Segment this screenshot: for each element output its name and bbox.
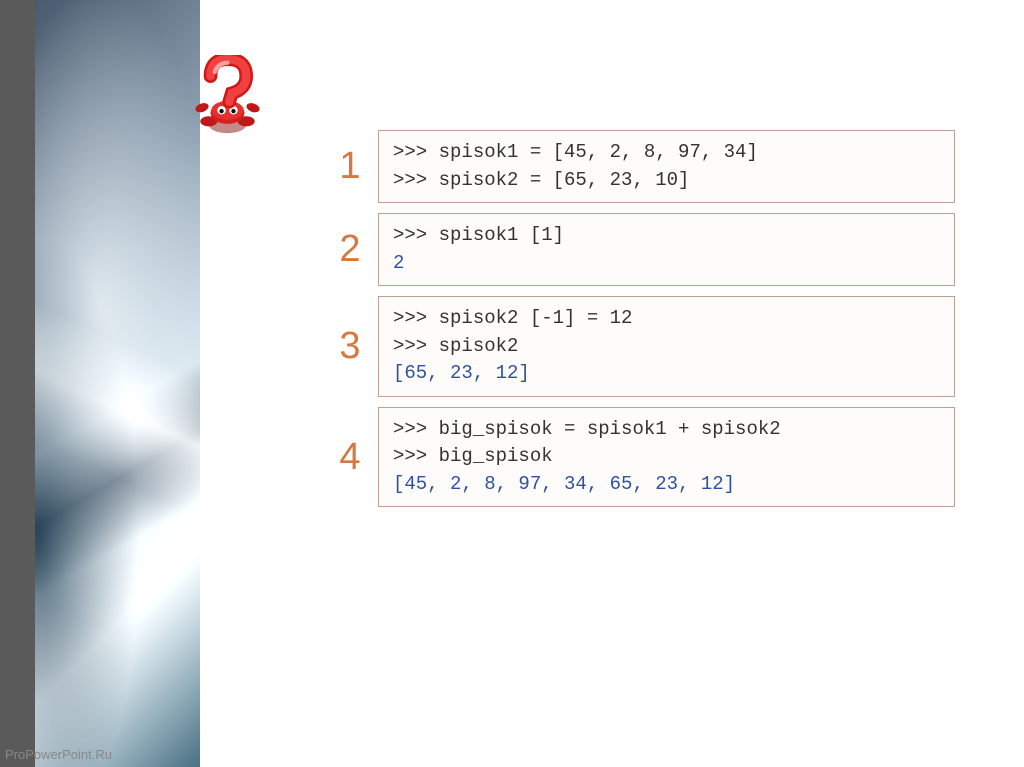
code-line: >>> spisok1 = [45, 2, 8, 97, 34] bbox=[393, 139, 940, 167]
row-number: 2 bbox=[330, 228, 370, 271]
code-row-3: 3 >>> spisok2 [-1] = 12 >>> spisok2 [65,… bbox=[330, 296, 955, 397]
code-output: [65, 23, 12] bbox=[393, 360, 940, 388]
footer-attribution: ProPowerPoint.Ru bbox=[5, 747, 112, 762]
code-line: >>> spisok1 [1] bbox=[393, 222, 940, 250]
row-number: 3 bbox=[330, 325, 370, 368]
code-box: >>> spisok1 [1] 2 bbox=[378, 213, 955, 286]
code-line: >>> spisok2 bbox=[393, 333, 940, 361]
row-number: 1 bbox=[330, 145, 370, 188]
question-mark-icon bbox=[185, 55, 270, 140]
code-row-4: 4 >>> big_spisok = spisok1 + spisok2 >>>… bbox=[330, 407, 955, 508]
code-output: 2 bbox=[393, 250, 940, 278]
sidebar-left-edge bbox=[0, 0, 35, 767]
code-box: >>> big_spisok = spisok1 + spisok2 >>> b… bbox=[378, 407, 955, 508]
code-row-2: 2 >>> spisok1 [1] 2 bbox=[330, 213, 955, 286]
code-examples-container: 1 >>> spisok1 = [45, 2, 8, 97, 34] >>> s… bbox=[330, 130, 955, 517]
code-line: >>> spisok2 [-1] = 12 bbox=[393, 305, 940, 333]
code-box: >>> spisok2 [-1] = 12 >>> spisok2 [65, 2… bbox=[378, 296, 955, 397]
code-line: >>> spisok2 = [65, 23, 10] bbox=[393, 167, 940, 195]
code-row-1: 1 >>> spisok1 = [45, 2, 8, 97, 34] >>> s… bbox=[330, 130, 955, 203]
code-line: >>> big_spisok = spisok1 + spisok2 bbox=[393, 416, 940, 444]
code-output: [45, 2, 8, 97, 34, 65, 23, 12] bbox=[393, 471, 940, 499]
code-box: >>> spisok1 = [45, 2, 8, 97, 34] >>> spi… bbox=[378, 130, 955, 203]
row-number: 4 bbox=[330, 436, 370, 479]
code-line: >>> big_spisok bbox=[393, 443, 940, 471]
